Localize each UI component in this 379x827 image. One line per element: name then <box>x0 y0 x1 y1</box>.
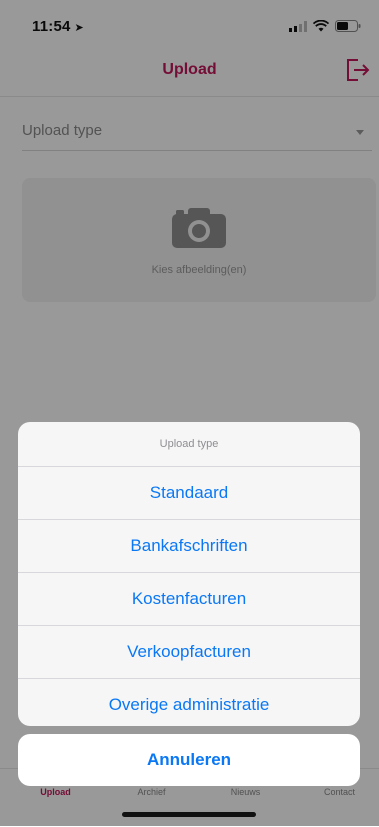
cancel-button[interactable]: Annuleren <box>18 734 360 786</box>
upload-type-action-sheet: Upload type Standaard Bankafschriften Ko… <box>18 422 360 726</box>
action-sheet-title: Upload type <box>18 422 360 467</box>
option-standaard[interactable]: Standaard <box>18 467 360 520</box>
option-overige-administratie[interactable]: Overige administratie <box>18 679 360 726</box>
home-indicator <box>122 812 256 817</box>
upload-screen: 11:54 ➤ Upload Upload type Kies afbeeldi… <box>0 0 379 827</box>
option-kostenfacturen[interactable]: Kostenfacturen <box>18 573 360 626</box>
option-verkoopfacturen[interactable]: Verkoopfacturen <box>18 626 360 679</box>
option-bankafschriften[interactable]: Bankafschriften <box>18 520 360 573</box>
